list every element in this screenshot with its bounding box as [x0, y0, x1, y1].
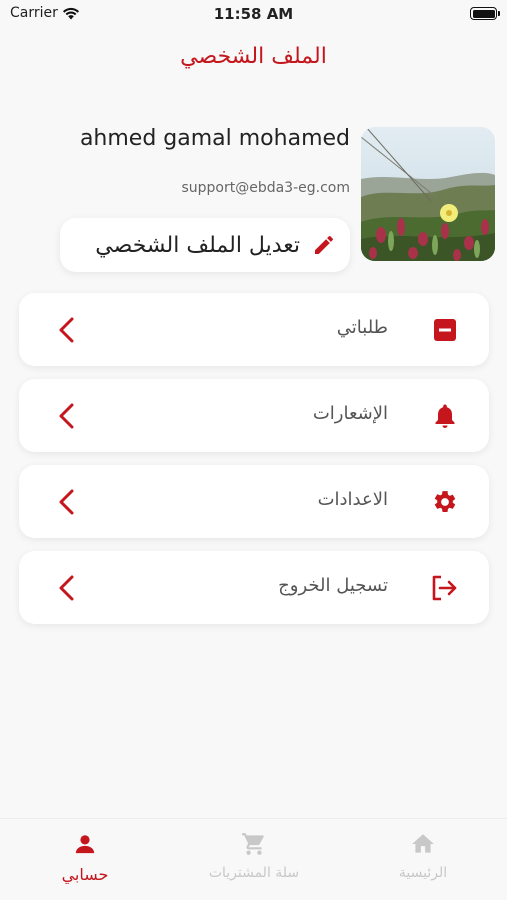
- chevron-left-icon: [59, 489, 74, 515]
- menu-item-label: طلباتي: [336, 317, 388, 338]
- tab-home[interactable]: الرئيسية: [348, 829, 498, 881]
- profile-email: support@ebda3-eg.com: [181, 180, 350, 196]
- status-bar: Carrier 11:58 AM: [0, 0, 507, 28]
- edit-profile-button[interactable]: تعديل الملف الشخصي: [60, 218, 350, 272]
- cart-icon: [179, 829, 329, 859]
- gear-icon: [430, 487, 460, 517]
- menu-item-label: الإشعارات: [312, 403, 388, 424]
- menu-item-logout[interactable]: تسجيل الخروج: [19, 551, 489, 624]
- person-icon: [10, 829, 160, 859]
- tab-label: سلة المشتريات: [208, 865, 300, 881]
- menu-item-notifications[interactable]: الإشعارات: [19, 379, 489, 452]
- chevron-left-icon: [59, 403, 74, 429]
- page-title: الملف الشخصي: [180, 44, 327, 69]
- profile-name: ahmed gamal mohamed: [79, 126, 350, 151]
- home-icon: [348, 829, 498, 859]
- logout-icon: [430, 573, 460, 603]
- avatar[interactable]: [361, 127, 495, 261]
- pencil-icon: [315, 235, 333, 254]
- battery-icon: [470, 7, 500, 20]
- chevron-left-icon: [59, 575, 74, 601]
- menu-item-orders[interactable]: طلباتي: [19, 293, 489, 366]
- bell-icon: [430, 401, 460, 431]
- menu-item-label: تسجيل الخروج: [278, 575, 388, 596]
- minus-box-icon: [430, 315, 460, 345]
- tab-bar: حسابي سلة المشتريات الرئيسية: [0, 818, 507, 900]
- menu-item-label: الاعدادات: [317, 489, 388, 510]
- clock: 11:58 AM: [213, 5, 294, 23]
- tab-label: الرئيسية: [398, 865, 448, 881]
- edit-profile-label: تعديل الملف الشخصي: [95, 232, 300, 258]
- chevron-left-icon: [59, 317, 74, 343]
- tab-cart[interactable]: سلة المشتريات: [179, 829, 329, 881]
- tab-label: حسابي: [61, 865, 109, 884]
- menu-item-settings[interactable]: الاعدادات: [19, 465, 489, 538]
- tab-account[interactable]: حسابي: [10, 829, 160, 884]
